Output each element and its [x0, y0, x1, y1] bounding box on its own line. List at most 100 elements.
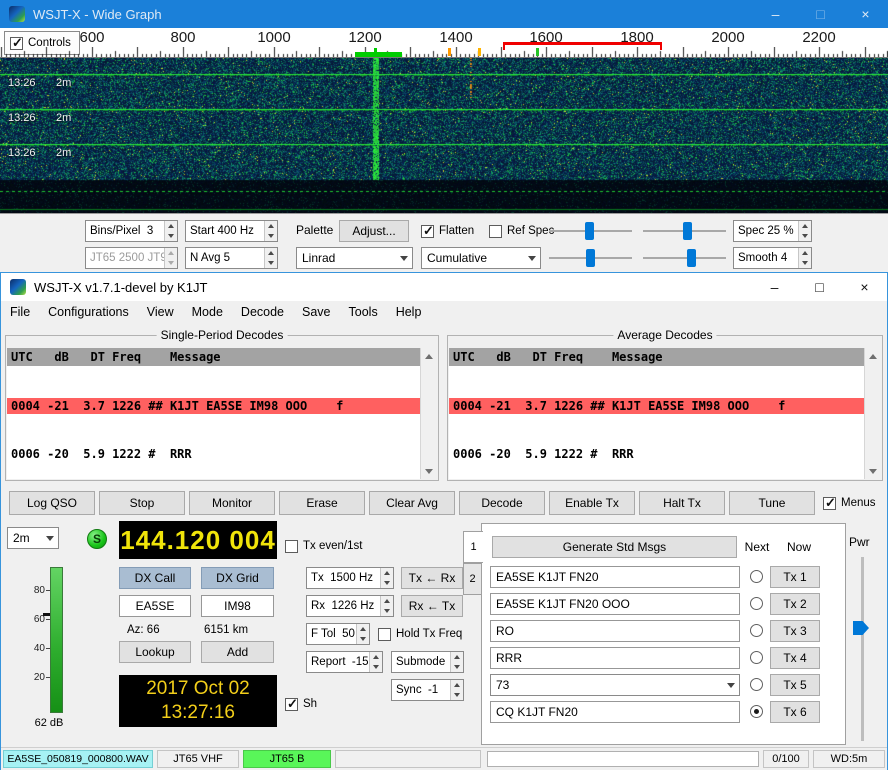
monitor-button[interactable]: Monitor	[189, 491, 275, 515]
tx-3-button[interactable]: Tx 3	[770, 620, 820, 642]
tx-freq-spinner[interactable]: Tx 1500 Hz	[306, 567, 394, 589]
hold-tx-freq-checkbox[interactable]	[378, 628, 391, 641]
tx-message-4-field[interactable]: RRR	[490, 647, 740, 669]
maximize-icon[interactable]: □	[798, 0, 843, 28]
generate-std-msgs-button[interactable]: Generate Std Msgs	[492, 536, 737, 558]
waterfall-gain-slider[interactable]	[549, 220, 632, 242]
spinner-arrows-icon[interactable]	[264, 248, 277, 268]
spinner-arrows-icon[interactable]	[798, 221, 811, 241]
rx-from-tx-button[interactable]: Rx ← Tx	[401, 595, 463, 617]
jt65-jt9-split-spinner[interactable]: JT65 2500 JT9	[85, 247, 178, 269]
menus-checkbox[interactable]	[823, 497, 836, 510]
tx-message-2-field[interactable]: EA5SE K1JT FN20 OOO	[490, 593, 740, 615]
spinner-arrows-icon[interactable]	[450, 652, 463, 672]
waterfall[interactable]: 13:26 2m 13:26 2m 13:26 2m	[0, 58, 888, 213]
lookup-button[interactable]: Lookup	[119, 641, 191, 663]
tx-1-button[interactable]: Tx 1	[770, 566, 820, 588]
next-radio-2[interactable]	[750, 597, 763, 610]
sh-checkbox[interactable]	[285, 698, 298, 711]
decode-row[interactable]: 0004 -21 3.7 1226 ## K1JT EA5SE IM98 OOO…	[7, 398, 420, 414]
n-avg-spinner[interactable]: N Avg 5	[185, 247, 278, 269]
sync-spinner[interactable]: Sync -1	[391, 679, 464, 701]
pwr-slider-handle[interactable]	[853, 621, 869, 635]
rx-freq-spinner[interactable]: Rx 1226 Hz	[306, 595, 394, 617]
dx-grid-field[interactable]: IM98	[201, 595, 274, 617]
spinner-arrows-icon[interactable]	[450, 680, 463, 700]
erase-button[interactable]: Erase	[279, 491, 365, 515]
spinner-arrows-icon[interactable]	[369, 652, 382, 672]
decode-row[interactable]: 0006 -20 5.9 1222 # RRR	[7, 446, 420, 462]
tune-button[interactable]: Tune	[729, 491, 815, 515]
tx-message-6-field[interactable]: CQ K1JT FN20	[490, 701, 740, 723]
spectrum-zero-slider[interactable]	[643, 247, 726, 269]
close-icon[interactable]: ×	[843, 0, 888, 28]
menu-tools[interactable]: Tools	[340, 302, 387, 322]
tx-6-button[interactable]: Tx 6	[770, 701, 820, 723]
decode-row[interactable]: 0004 -21 3.7 1226 ## K1JT EA5SE IM98 OOO…	[449, 398, 864, 414]
log-qso-button[interactable]: Log QSO	[9, 491, 95, 515]
menu-save[interactable]: Save	[293, 302, 340, 322]
ref-spec-checkbox[interactable]	[489, 225, 502, 238]
bins-per-pixel-spinner[interactable]: Bins/Pixel 3	[85, 220, 178, 242]
spinner-arrows-icon[interactable]	[164, 221, 177, 241]
menu-mode[interactable]: Mode	[183, 302, 232, 322]
scroll-down-icon[interactable]	[865, 464, 881, 478]
next-radio-6[interactable]	[750, 705, 763, 718]
halt-tx-button[interactable]: Halt Tx	[639, 491, 725, 515]
main-titlebar[interactable]: WSJT-X v1.7.1-devel by K1JT – □ ×	[1, 273, 887, 301]
scroll-up-icon[interactable]	[865, 349, 881, 363]
dx-call-button[interactable]: DX Call	[119, 567, 191, 589]
pwr-slider[interactable]	[853, 557, 871, 741]
tx-message-5-combo[interactable]: 73	[490, 674, 740, 696]
minimize-icon[interactable]: –	[752, 273, 797, 301]
minimize-icon[interactable]: –	[753, 0, 798, 28]
menu-help[interactable]: Help	[387, 302, 431, 322]
tx-5-button[interactable]: Tx 5	[770, 674, 820, 696]
frequency-scale[interactable]: Controls 600 800 1000 1200 1400 1600 180…	[0, 28, 888, 58]
menu-configurations[interactable]: Configurations	[39, 302, 138, 322]
ref-spec-toggle[interactable]: Ref Spec	[489, 224, 554, 238]
decode-button[interactable]: Decode	[459, 491, 545, 515]
next-radio-4[interactable]	[750, 651, 763, 664]
smooth-spinner[interactable]: Smooth 4	[733, 247, 812, 269]
menu-file[interactable]: File	[1, 302, 39, 322]
palette-combo[interactable]: Linrad	[296, 247, 413, 269]
start-freq-spinner[interactable]: Start 400 Hz	[185, 220, 278, 242]
tx-from-rx-button[interactable]: Tx ← Rx	[401, 567, 463, 589]
decode-row[interactable]: 0006 -20 5.9 1222 # RRR	[449, 446, 864, 462]
spectrum-display-combo[interactable]: Cumulative	[421, 247, 541, 269]
spinner-arrows-icon[interactable]	[356, 624, 369, 644]
clear-avg-button[interactable]: Clear Avg	[369, 491, 455, 515]
spinner-arrows-icon[interactable]	[380, 596, 393, 616]
spectrum-gain-slider[interactable]	[549, 247, 632, 269]
enable-tx-button[interactable]: Enable Tx	[549, 491, 635, 515]
f-tol-spinner[interactable]: F Tol 50	[306, 623, 370, 645]
wide-graph-titlebar[interactable]: WSJT-X - Wide Graph – □ ×	[0, 0, 888, 28]
spinner-arrows-icon[interactable]	[380, 568, 393, 588]
rig-status-indicator[interactable]: S	[87, 529, 107, 549]
adjust-palette-button[interactable]: Adjust...	[339, 220, 409, 242]
sh-toggle[interactable]: Sh	[285, 697, 317, 711]
close-icon[interactable]: ×	[842, 273, 887, 301]
menus-toggle[interactable]: Menus	[823, 496, 876, 510]
decode-scrollbar[interactable]	[420, 348, 437, 479]
maximize-icon[interactable]: □	[797, 273, 842, 301]
scroll-down-icon[interactable]	[421, 464, 437, 478]
flatten-toggle[interactable]: Flatten	[421, 224, 474, 238]
waterfall-canvas[interactable]	[0, 58, 888, 213]
tx-even-toggle[interactable]: Tx even/1st	[285, 539, 362, 553]
tx-even-checkbox[interactable]	[285, 540, 298, 553]
tab-1[interactable]: 1	[463, 531, 483, 563]
scroll-up-icon[interactable]	[421, 349, 437, 363]
band-combo[interactable]: 2m	[7, 527, 59, 549]
spinner-arrows-icon[interactable]	[798, 248, 811, 268]
flatten-checkbox[interactable]	[421, 225, 434, 238]
tx-4-button[interactable]: Tx 4	[770, 647, 820, 669]
stop-button[interactable]: Stop	[99, 491, 185, 515]
next-radio-5[interactable]	[750, 678, 763, 691]
menu-view[interactable]: View	[138, 302, 183, 322]
dx-call-field[interactable]: EA5SE	[119, 595, 191, 617]
hold-tx-freq-toggle[interactable]: Hold Tx Freq	[378, 627, 462, 641]
next-radio-3[interactable]	[750, 624, 763, 637]
report-spinner[interactable]: Report -15	[306, 651, 383, 673]
